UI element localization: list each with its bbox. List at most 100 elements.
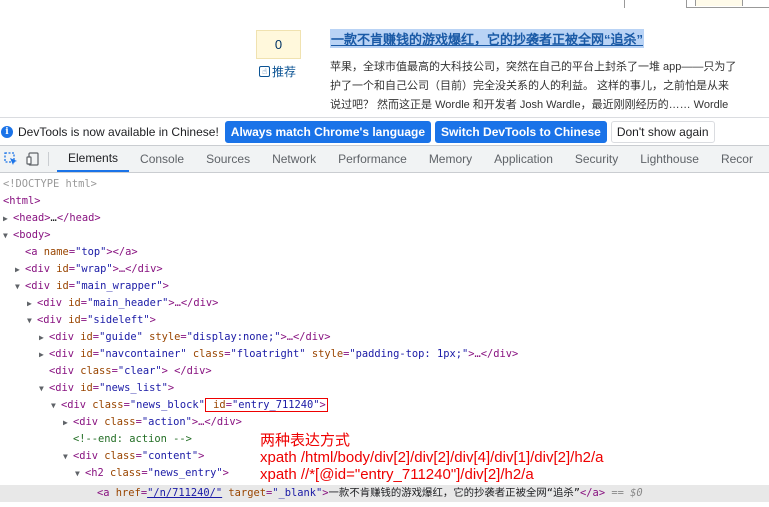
page-top-frame-inner [695, 0, 743, 6]
attr-name: id [213, 399, 226, 411]
tab-network[interactable]: Network [261, 146, 327, 172]
attr-value: "sideleft" [87, 314, 150, 326]
attr-value: "main_header" [87, 297, 169, 309]
dom-node-comment[interactable]: <!--end: action --> [73, 431, 192, 448]
tab-application[interactable]: Application [483, 146, 564, 172]
attr-name: id [80, 331, 93, 343]
attr-value: "entry_711240" [231, 399, 320, 411]
tag-end: > [319, 399, 326, 411]
tab-console[interactable]: Console [129, 146, 195, 172]
vote-count-value: 0 [274, 37, 283, 52]
tab-lighthouse[interactable]: Lighthouse [629, 146, 710, 172]
attr-value: "action" [141, 416, 192, 428]
attr-name: class [104, 416, 136, 428]
tag-end: >…</div> [191, 416, 242, 428]
attr-value: "display:none;" [186, 331, 281, 343]
switch-to-chinese-button[interactable]: Switch DevTools to Chinese [435, 120, 607, 143]
collapse-arrow-icon[interactable]: ▼ [3, 227, 13, 244]
dom-node-a-selected[interactable]: <a href="/n/711240/" target="_blank">一款不… [0, 485, 769, 502]
annotation-xpath-relative: xpath //*[@id="entry_711240"]/div[2]/h2/… [260, 466, 534, 483]
dom-node-div-news-list[interactable]: ▼ <div id="news_list"> [39, 380, 174, 397]
expand-arrow-icon[interactable]: ▶ [63, 414, 73, 431]
expand-arrow-icon[interactable]: ▶ [39, 346, 49, 363]
attr-name: target [228, 487, 266, 499]
tag-open: <div [49, 365, 81, 377]
doctype-text: <!DOCTYPE html> [3, 178, 97, 190]
tag-open: <div [37, 314, 69, 326]
always-match-language-button[interactable]: Always match Chrome's language [224, 120, 432, 143]
dom-node-div-action[interactable]: ▶ <div class="action">…</div> [63, 414, 242, 431]
tab-security[interactable]: Security [564, 146, 629, 172]
tag-close: </a> [580, 487, 606, 499]
expand-arrow-icon[interactable]: ▶ [3, 210, 13, 227]
tag-end: >…</div> [468, 348, 519, 360]
attr-value: "content" [141, 450, 199, 462]
inspect-element-icon[interactable] [0, 146, 22, 172]
attr-name: style [311, 348, 344, 360]
dom-node-body[interactable]: ▼ <body> [3, 227, 51, 244]
expand-arrow-icon[interactable]: ▶ [15, 261, 25, 278]
attr-value: "news_block" [129, 399, 205, 411]
tag-open: <div [49, 348, 81, 360]
attr-name: id [80, 382, 93, 394]
summary-line: 苹果，全球市值最高的大科技公司，突然在自己的平台上封杀了一堆 app——只为了 [330, 61, 737, 73]
collapse-arrow-icon[interactable]: ▼ [39, 380, 49, 397]
dont-show-again-button[interactable]: Don't show again [610, 120, 715, 143]
tab-performance[interactable]: Performance [327, 146, 418, 172]
recommend-button[interactable]: ☝ 推荐 [259, 63, 296, 80]
dom-node-doctype[interactable]: <!DOCTYPE html> [3, 176, 97, 193]
page-top-frame [686, 0, 769, 8]
tab-memory[interactable]: Memory [418, 146, 483, 172]
dom-node-div-main-header[interactable]: ▶ <div id="main_header">…</div> [27, 295, 218, 312]
dom-node-div-sideleft[interactable]: ▼ <div id="sideleft"> [27, 312, 156, 329]
dom-node-h2-news-entry[interactable]: ▼ <h2 class="news_entry"> [75, 465, 229, 482]
tag-open: <div [73, 450, 105, 462]
expand-arrow-icon[interactable]: ▶ [39, 329, 49, 346]
frame-divider [624, 0, 625, 8]
attr-value: "padding-top: 1px;" [349, 348, 469, 360]
tab-sources[interactable]: Sources [195, 146, 261, 172]
dom-node-div-clear[interactable]: <div class="clear"> </div> [49, 363, 212, 380]
expand-arrow-icon[interactable]: ▶ [27, 295, 37, 312]
tag-end: > [167, 382, 175, 394]
attr-name: class [192, 348, 225, 360]
href-link[interactable]: "/n/711240/" [147, 487, 222, 499]
attr-value: "news_list" [99, 382, 168, 394]
attr-value: "guide" [99, 331, 143, 343]
dom-node-div-navcontainer[interactable]: ▶ <div id="navcontainer" class="floatrigh… [39, 346, 518, 363]
dom-node-div-content[interactable]: ▼ <div class="content"> [63, 448, 204, 465]
recommend-label: 推荐 [272, 65, 297, 79]
attr-name: style [149, 331, 181, 343]
tab-recorder[interactable]: Recor [710, 146, 764, 172]
devtools-toolbar: Elements Console Sources Network Perform… [0, 145, 769, 173]
dom-node-div-wrap[interactable]: ▶ <div id="wrap">…</div> [15, 261, 163, 278]
dom-node-a-top[interactable]: <a name="top"></a> [25, 244, 138, 261]
collapse-arrow-icon[interactable]: ▼ [63, 448, 73, 465]
attr-name: class [92, 399, 124, 411]
tag-end: >…</div> [280, 331, 331, 343]
collapse-arrow-icon[interactable]: ▼ [15, 278, 25, 295]
attr-name: id [68, 314, 81, 326]
highlighted-id-box: id="entry_711240"> [204, 398, 328, 412]
tag-open: <div [25, 280, 57, 292]
news-title-link[interactable]: 一款不肯赚钱的游戏爆红，它的抄袭者正被全网“追杀” [330, 29, 645, 48]
attr-value: "clear" [117, 365, 162, 377]
tab-elements[interactable]: Elements [57, 146, 130, 172]
dom-node-head[interactable]: ▶ <head>…</head> [3, 210, 101, 227]
html-tag: <html> [3, 195, 41, 207]
collapse-arrow-icon[interactable]: ▼ [51, 397, 61, 414]
tag-open: <h2 [85, 467, 111, 479]
vote-count[interactable]: 0 [256, 30, 301, 59]
dom-node-html[interactable]: <html> [3, 193, 41, 210]
dom-node-div-guide[interactable]: ▶ <div id="guide" style="display:none;">…… [39, 329, 331, 346]
dom-node-div-news-block[interactable]: ▼ <div class="news_block" id="entry_71124… [51, 397, 328, 414]
collapse-arrow-icon[interactable]: ▼ [27, 312, 37, 329]
news-summary: 苹果，全球市值最高的大科技公司，突然在自己的平台上封杀了一堆 app——只为了 … [330, 58, 769, 115]
device-toolbar-icon[interactable] [22, 146, 44, 172]
collapse-arrow-icon[interactable]: ▼ [75, 465, 85, 482]
attr-name: class [104, 450, 136, 462]
dom-node-div-main-wrapper[interactable]: ▼ <div id="main_wrapper"> [15, 278, 169, 295]
webpage-viewport: 0 ☝ 推荐 一款不肯赚钱的游戏爆红，它的抄袭者正被全网“追杀” 苹果，全球市值… [0, 0, 769, 117]
attr-name: class [110, 467, 142, 479]
summary-line: 说过吧？ 然而这正是 Wordle 和开发者 Josh Wardle，最近刚刚经… [330, 99, 729, 111]
